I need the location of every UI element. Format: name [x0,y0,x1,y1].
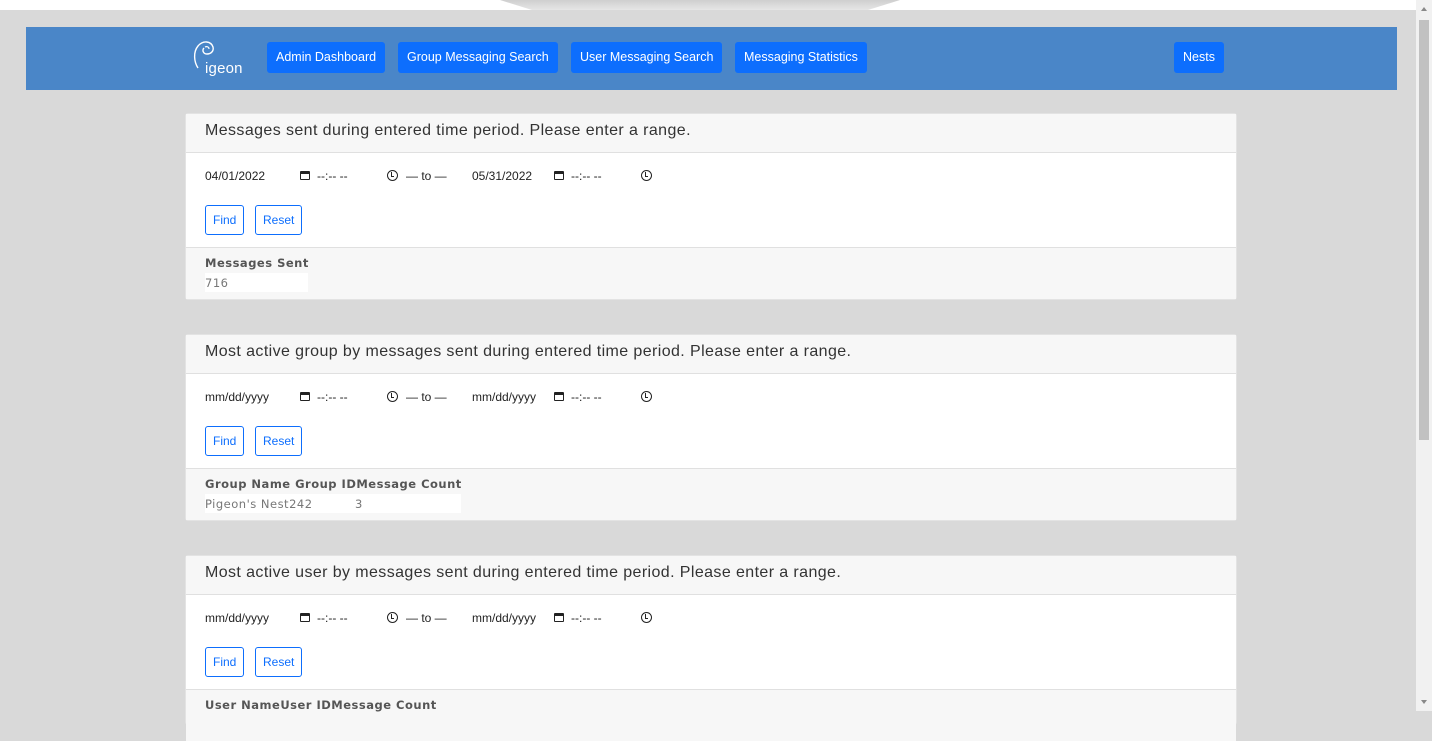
most-active-group-card: Most active group by messages sent durin… [185,334,1237,521]
nav-admin-dashboard[interactable]: Admin Dashboard [267,42,386,73]
result-panel: User NameUser IDMessage Count [186,689,1236,741]
end-time-input[interactable]: --:-- -- [571,611,602,625]
reset-button[interactable]: Reset [255,426,303,456]
calendar-icon[interactable] [300,613,310,622]
start-date-input[interactable]: 04/01/2022 [205,169,265,183]
calendar-icon[interactable] [300,171,310,180]
end-time-input[interactable]: --:-- -- [571,169,602,183]
end-time-input[interactable]: --:-- -- [571,390,602,404]
card-title: Messages sent during entered time period… [186,114,1236,153]
top-navbar: igeon Admin Dashboard Group Messaging Se… [26,27,1397,90]
result-message-count: 3 [355,497,363,511]
result-panel: Messages Sent 716 [186,247,1236,299]
start-date-input[interactable]: mm/dd/yyyy [205,611,269,625]
calendar-icon[interactable] [300,392,310,401]
find-button[interactable]: Find [205,205,245,235]
start-time-input[interactable]: --:-- -- [317,611,348,625]
range-separator: — to — [406,169,447,183]
end-date-input[interactable]: mm/dd/yyyy [472,611,536,625]
messages-sent-card: Messages sent during entered time period… [185,113,1237,300]
start-time-input[interactable]: --:-- -- [317,390,348,404]
calendar-icon[interactable] [554,392,564,401]
result-header: User NameUser IDMessage Count [205,698,437,712]
end-date-input[interactable]: mm/dd/yyyy [472,390,536,404]
result-group-name: Pigeon's Nest242 [205,497,313,511]
nav-user-messaging-search[interactable]: User Messaging Search [571,42,723,73]
clock-icon[interactable] [387,170,398,181]
most-active-user-card: Most active user by messages sent during… [185,555,1237,741]
result-panel: Group Name Group IDMessage Count Pigeon'… [186,468,1236,520]
nav-nests[interactable]: Nests [1174,42,1224,73]
find-button[interactable]: Find [205,426,245,456]
tab-shape [500,0,900,10]
scrollbar-thumb[interactable] [1419,20,1429,440]
date-range-row: mm/dd/yyyy --:-- -- — to — mm/dd/yyyy --… [186,374,1236,418]
card-body: mm/dd/yyyy --:-- -- — to — mm/dd/yyyy --… [186,595,1236,689]
start-date-input[interactable]: mm/dd/yyyy [205,390,269,404]
calendar-icon[interactable] [554,613,564,622]
card-body: 04/01/2022 --:-- -- — to — 05/31/2022 --… [186,153,1236,247]
find-button[interactable]: Find [205,647,245,677]
vertical-scrollbar[interactable] [1416,0,1432,711]
action-row: Find Reset [186,639,1236,689]
action-row: Find Reset [186,197,1236,247]
range-separator: — to — [406,611,447,625]
date-range-row: 04/01/2022 --:-- -- — to — 05/31/2022 --… [186,153,1236,197]
reset-button[interactable]: Reset [255,647,303,677]
clock-icon[interactable] [387,391,398,402]
start-time-input[interactable]: --:-- -- [317,169,348,183]
clock-icon[interactable] [641,391,652,402]
end-date-input[interactable]: 05/31/2022 [472,169,532,183]
nav-group-messaging-search[interactable]: Group Messaging Search [398,42,558,73]
date-range-row: mm/dd/yyyy --:-- -- — to — mm/dd/yyyy --… [186,595,1236,639]
action-row: Find Reset [186,418,1236,468]
scroll-down-icon[interactable] [1421,700,1427,704]
range-separator: — to — [406,390,447,404]
result-value: 716 [205,276,229,290]
result-header: Messages Sent [205,256,309,270]
clock-icon[interactable] [387,612,398,623]
reset-button[interactable]: Reset [255,205,303,235]
calendar-icon[interactable] [554,171,564,180]
brand-text: igeon [205,60,243,77]
card-title: Most active group by messages sent durin… [186,335,1236,374]
nav-messaging-statistics[interactable]: Messaging Statistics [735,42,867,73]
card-title: Most active user by messages sent during… [186,556,1236,595]
clock-icon[interactable] [641,612,652,623]
clock-icon[interactable] [641,170,652,181]
brand-logo[interactable]: igeon [190,38,260,82]
result-header: Group Name Group IDMessage Count [205,477,462,491]
browser-top-strip [0,0,1416,10]
scroll-up-icon[interactable] [1421,7,1427,11]
card-body: mm/dd/yyyy --:-- -- — to — mm/dd/yyyy --… [186,374,1236,468]
